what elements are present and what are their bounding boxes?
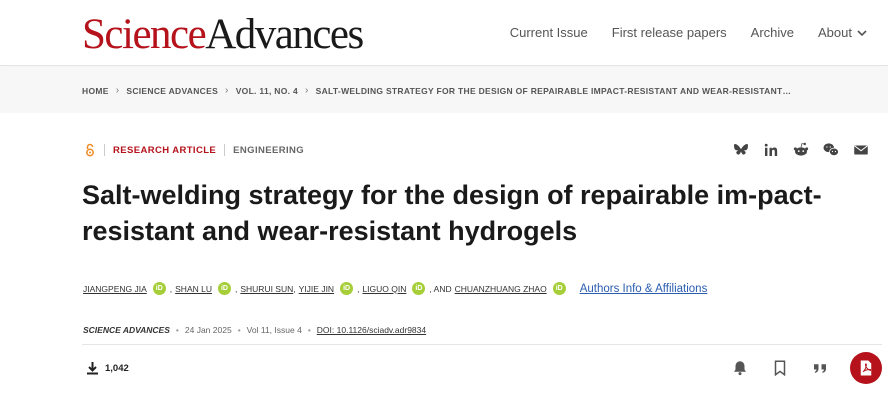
pdf-icon (860, 360, 872, 376)
article-meta-row: RESEARCH ARTICLE ENGINEERING (84, 143, 304, 157)
bluesky-icon[interactable] (732, 141, 750, 159)
linkedin-icon[interactable] (762, 141, 780, 159)
publication-date: 24 Jan 2025 (184, 325, 232, 335)
logo-science-text: Science (82, 11, 207, 58)
author-name[interactable]: LIGUO QIN (362, 284, 406, 294)
download-count-value: 1,042 (105, 362, 129, 374)
chevron-right-icon: › (225, 85, 229, 96)
quote-icon (814, 364, 826, 373)
author-list: JIANGPENG JIA iD, SHAN LU iD, SHURUI SUN, … (83, 282, 708, 295)
open-access-icon (86, 143, 94, 157)
author-name[interactable]: SHURUI SUN (240, 284, 293, 294)
orcid-icon[interactable]: iD (340, 282, 354, 295)
chevron-right-icon: › (305, 85, 309, 96)
breadcrumb-science-advances[interactable]: SCIENCE ADVANCES (126, 86, 218, 96)
author-name[interactable]: SHAN LU (175, 284, 212, 294)
bookmark-icon (774, 360, 786, 377)
chevron-right-icon: › (115, 85, 120, 96)
nav-about[interactable]: About (818, 25, 868, 40)
pdf-button[interactable] (850, 352, 882, 384)
article-type[interactable]: RESEARCH ARTICLE (113, 145, 216, 156)
reddit-icon[interactable] (792, 141, 810, 159)
orcid-icon[interactable]: iD (412, 282, 426, 295)
divider (104, 144, 105, 156)
bookmark-button[interactable] (770, 358, 790, 378)
orcid-icon[interactable]: iD (217, 282, 231, 295)
site-header: ScienceAdvances Current Issue First rele… (0, 0, 888, 66)
orcid-icon[interactable]: iD (552, 282, 566, 295)
nav-archive[interactable]: Archive (751, 25, 794, 40)
share-bar (732, 141, 870, 159)
authors-info-affiliations-link[interactable]: Authors Info & Affiliations (580, 283, 708, 295)
separator-dot: • (307, 325, 311, 335)
email-icon[interactable] (852, 141, 870, 159)
journal-name: SCIENCE ADVANCES (83, 325, 170, 335)
download-icon (87, 362, 98, 375)
main-nav: Current Issue First release papers Archi… (510, 25, 868, 40)
wechat-icon[interactable] (822, 141, 840, 159)
article-actions (730, 352, 882, 384)
download-count: 1,042 (86, 361, 129, 375)
volume-issue[interactable]: Vol 11, Issue 4 (247, 325, 302, 335)
divider (224, 144, 226, 156)
author-name[interactable]: CHUANZHUANG ZHAO (455, 284, 547, 294)
divider (82, 344, 882, 345)
nav-first-release-papers[interactable]: First release papers (612, 25, 727, 40)
citation-line: SCIENCE ADVANCES • 24 Jan 2025 • Vol 11,… (83, 325, 426, 335)
breadcrumb-home[interactable]: HOME (82, 86, 109, 96)
nav-about-label: About (818, 25, 852, 40)
article-subject[interactable]: ENGINEERING (233, 145, 304, 156)
breadcrumb: HOME › SCIENCE ADVANCES › VOL. 11, NO. 4… (82, 85, 791, 96)
separator-dot: • (237, 325, 241, 335)
doi-link[interactable]: DOI: 10.1126/sciadv.adr9834 (317, 325, 426, 335)
cite-button[interactable] (810, 358, 830, 378)
logo-advances-text: Advances (205, 11, 364, 58)
nav-current-issue[interactable]: Current Issue (510, 25, 588, 40)
breadcrumb-current-article: SALT-WELDING STRATEGY FOR THE DESIGN OF … (315, 85, 792, 96)
science-advances-logo[interactable]: ScienceAdvances (82, 11, 364, 58)
author-name[interactable]: JIANGPENG JIA (83, 284, 147, 294)
chevron-down-icon (857, 29, 867, 36)
breadcrumb-bar: HOME › SCIENCE ADVANCES › VOL. 11, NO. 4… (0, 67, 888, 113)
breadcrumb-volume[interactable]: VOL. 11, NO. 4 (236, 86, 298, 96)
author-name[interactable]: YIJIE JIN (299, 284, 334, 294)
article-title: Salt-welding strategy for the design of … (82, 180, 822, 246)
separator-dot: • (175, 325, 179, 335)
orcid-icon[interactable]: iD (152, 282, 166, 295)
bell-icon (734, 361, 746, 376)
alert-button[interactable] (730, 358, 750, 378)
and-text: , AND (429, 283, 452, 294)
